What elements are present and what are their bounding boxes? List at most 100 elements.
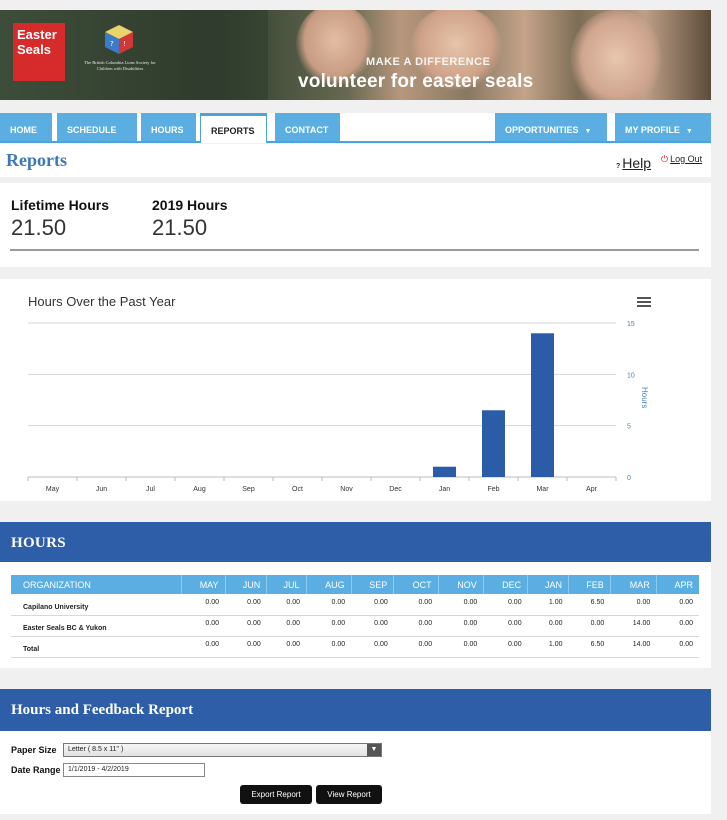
banner-tagline-top: MAKE A DIFFERENCE (366, 56, 491, 68)
hours-chart-card: 0 5 10 15 Hours May Jun Jul Aug Sep Oct Nov Dec Jan Fe… (0, 279, 711, 501)
x-tick-label: Jun (96, 486, 107, 493)
bar-feb (482, 410, 505, 477)
hours-cell: 0.00 (225, 615, 267, 637)
tab-my-profile[interactable]: MY PROFILE ▼ (615, 113, 711, 141)
tab-hours[interactable]: HOURS (141, 113, 196, 141)
x-tick-label: Sep (242, 486, 255, 493)
society-name: The British Columbia Lions Society for C… (84, 60, 156, 71)
hours-cell: 0.00 (181, 636, 226, 658)
tab-opportunities[interactable]: OPPORTUNITIES ▼ (495, 113, 607, 141)
logout-link[interactable]: ⏻ Log Out (661, 154, 702, 165)
header-banner: Easter Seals ? ! The British Columbia Li… (0, 10, 711, 100)
x-tick-label: Nov (340, 486, 353, 493)
x-tick-label: Apr (586, 486, 598, 493)
tab-schedule[interactable]: SCHEDULE (57, 113, 137, 141)
hours-cell: 0.00 (438, 615, 484, 637)
column-header-feb: FEB (568, 575, 611, 594)
x-tick-label: Mar (536, 486, 549, 493)
view-report-button[interactable]: View Report (316, 785, 382, 804)
table-row: Total 0.00 0.00 0.00 0.00 0.00 0.00 0.00 0.00 1.0… (11, 636, 699, 658)
hours-section: ORGANIZATION MAY JUN JUL AUG SEP OCT NOV DEC JAN F… (0, 562, 711, 668)
chevron-down-icon: ▼ (685, 128, 693, 135)
hours-section-header: HOURS (0, 522, 711, 562)
hours-cell: 0.00 (351, 636, 394, 658)
svg-text:!: ! (123, 40, 126, 48)
power-icon: ⏻ (661, 154, 669, 164)
column-header-nov: NOV (437, 575, 484, 594)
hours-cell: 0.00 (656, 615, 699, 637)
column-header-jul: JUL (266, 575, 306, 594)
hours-cell: 0.00 (438, 636, 484, 658)
x-tick-label: Feb (487, 486, 499, 493)
chart-title: Hours Over the Past Year (28, 294, 176, 309)
column-header-jun: JUN (224, 575, 267, 594)
hours-cell: 0.00 (610, 594, 657, 616)
x-tick-label: Jul (146, 486, 155, 493)
hours-section-title: HOURS (11, 535, 66, 551)
x-tick-label: Dec (389, 486, 402, 493)
tab-reports[interactable]: REPORTS (200, 113, 267, 143)
x-tick-label: Aug (193, 486, 206, 493)
hours-cell: 0.00 (306, 636, 352, 658)
hours-cell: 0.00 (306, 594, 352, 616)
hours-cell: 14.00 (610, 636, 657, 658)
hours-cell: 0.00 (656, 636, 699, 658)
hours-cell: 6.50 (568, 594, 611, 616)
hours-cell: 0.00 (266, 615, 306, 637)
column-header-dec: DEC (482, 575, 528, 594)
hours-cell: 0.00 (393, 615, 439, 637)
table-row: Easter Seals BC & Yukon 0.00 0.00 0.00 0.00 0… (11, 615, 699, 637)
help-link[interactable]: ? Help (616, 155, 651, 171)
bar-jan (433, 466, 456, 477)
export-report-button[interactable]: Export Report (240, 785, 312, 804)
hours-cell: 0.00 (483, 615, 528, 637)
hours-cell: 1.00 (527, 594, 569, 616)
hours-cell: 0.00 (266, 636, 306, 658)
paper-size-select[interactable]: Letter ( 8.5 x 11" ) ▼ (63, 743, 382, 757)
column-header-aug: AUG (305, 575, 352, 594)
hours-chart: 0 5 10 15 Hours May Jun Jul Aug Sep Oct Nov Dec Jan Fe… (27, 321, 649, 493)
hamburger-menu-icon[interactable] (637, 297, 651, 309)
hours-table: ORGANIZATION MAY JUN JUL AUG SEP OCT NOV DEC JAN F… (11, 575, 699, 658)
main-nav: HOME SCHEDULE HOURS REPORTS CONTACT OPPO… (0, 113, 711, 143)
hours-cell: 0.00 (306, 615, 352, 637)
x-tick-label: May (46, 486, 60, 493)
column-header-organization: ORGANIZATION (11, 575, 181, 594)
chevron-down-icon: ▼ (367, 744, 381, 756)
y-tick-label: 10 (627, 372, 635, 379)
report-section-title: Hours and Feedback Report (11, 702, 194, 718)
hours-summary: Lifetime Hours 21.50 2019 Hours 21.50 (0, 183, 711, 267)
hours-cell: 0.00 (393, 594, 439, 616)
chevron-down-icon: ▼ (584, 128, 592, 135)
society-cube-logo: ? ! (105, 25, 133, 54)
tab-contact[interactable]: CONTACT (275, 113, 340, 141)
organization-cell: Easter Seals BC & Yukon (11, 615, 181, 637)
table-row: Capilano University 0.00 0.00 0.00 0.00 0.00 0… (11, 594, 699, 616)
organization-cell: Total (11, 636, 181, 658)
tab-home[interactable]: HOME (0, 113, 52, 141)
column-header-jan: JAN (527, 575, 569, 594)
y-axis-label: Hours (640, 387, 649, 408)
bar-mar (531, 333, 554, 477)
page-title: Reports (6, 150, 67, 170)
svg-text:?: ? (110, 40, 114, 48)
hours-cell: 1.00 (527, 636, 569, 658)
hours-cell: 0.00 (181, 594, 226, 616)
report-form: Paper Size Letter ( 8.5 x 11" ) ▼ Date R… (0, 731, 711, 814)
report-section-header: Hours and Feedback Report (0, 689, 711, 731)
paper-size-label: Paper Size (11, 745, 57, 755)
hours-cell: 0.00 (568, 615, 611, 637)
hours-cell: 0.00 (351, 594, 394, 616)
column-header-mar: MAR (609, 575, 657, 594)
column-header-apr: APR (655, 575, 699, 594)
date-range-input[interactable]: 1/1/2019 - 4/2/2019 (63, 763, 205, 777)
y-tick-label: 0 (627, 475, 631, 482)
easter-seals-logo[interactable]: Easter Seals (13, 23, 65, 81)
banner-tagline-main: volunteer for easter seals (298, 71, 534, 92)
date-range-label: Date Range (11, 765, 61, 775)
hours-cell: 0.00 (438, 594, 484, 616)
column-header-oct: OCT (393, 575, 439, 594)
divider (10, 249, 699, 251)
column-header-may: MAY (180, 575, 226, 594)
table-header-row: ORGANIZATION MAY JUN JUL AUG SEP OCT NOV DEC JAN F… (11, 575, 699, 594)
